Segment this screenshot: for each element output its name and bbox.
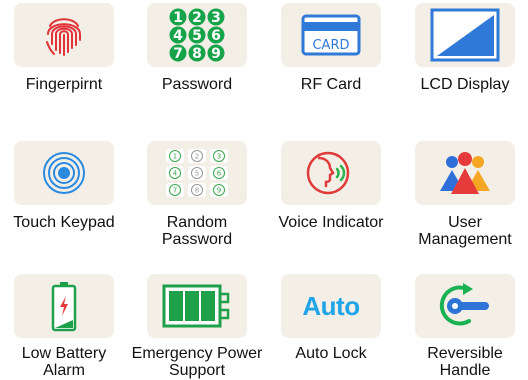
feature-label: Low Battery Alarm: [21, 345, 107, 379]
random-keypad-icon: 1 2 3 4 5 6 7 8 9: [164, 147, 230, 199]
feature-label: Reversible Handle: [427, 345, 503, 379]
keypad-digit: 2: [192, 10, 202, 26]
keypad-digit: 9: [211, 46, 221, 62]
keypad-digit: 1: [173, 10, 183, 26]
users-group-icon: [434, 151, 496, 195]
tile-voice-indicator: [281, 141, 381, 205]
keypad-digit: 7: [173, 46, 183, 62]
random-key-digit: 1: [173, 153, 177, 161]
random-key-digit: 2: [195, 153, 199, 161]
random-key-digit: 3: [217, 153, 221, 161]
random-key-digit: 6: [217, 170, 222, 178]
feature-label: Password: [161, 76, 233, 93]
feature-label: Random Password: [161, 214, 233, 248]
feature-label: Emergency Power Support: [131, 345, 263, 379]
tile-reversible-handle: [415, 274, 515, 338]
random-key-digit: 9: [217, 187, 221, 195]
feature-label: Auto Lock: [295, 345, 367, 362]
random-key-digit: 8: [195, 187, 199, 195]
card-text: CARD: [312, 38, 349, 53]
keypad-digit: 5: [192, 28, 202, 44]
tile-fingerprint: [14, 3, 114, 67]
random-key-digit: 7: [173, 187, 177, 195]
tile-touch-keypad: [14, 141, 114, 205]
tile-user-management: [415, 141, 515, 205]
keypad-digit: 6: [211, 28, 221, 44]
feature-label: User Management: [418, 214, 512, 248]
tile-emergency-power: [147, 274, 247, 338]
touch-rings-icon: [42, 151, 86, 195]
tile-rf-card: CARD: [281, 3, 381, 67]
feature-label: Fingerpirnt: [25, 76, 103, 93]
keypad-digit: 3: [211, 10, 221, 26]
feature-label: RF Card: [300, 76, 362, 93]
tile-lcd-display: [415, 3, 515, 67]
power-bank-icon: [161, 282, 233, 330]
lcd-display-icon: [429, 7, 501, 63]
reversible-handle-icon: [435, 281, 495, 331]
feature-label: LCD Display: [420, 76, 510, 93]
battery-low-icon: [50, 280, 78, 332]
fingerprint-icon: [44, 12, 84, 58]
voice-face-icon: [306, 148, 356, 198]
tile-random-password: 1 2 3 4 5 6 7 8 9: [147, 141, 247, 205]
tile-password: 123 456 789: [147, 3, 247, 67]
tile-auto-lock: Auto: [281, 274, 381, 338]
keypad-digit: 4: [173, 28, 183, 44]
rf-card-icon: CARD: [301, 14, 361, 56]
auto-text-icon: Auto: [302, 290, 360, 321]
number-keypad-icon: 123 456 789: [168, 7, 226, 63]
random-key-digit: 5: [195, 170, 199, 178]
feature-label: Touch Keypad: [13, 214, 115, 231]
tile-low-battery: [14, 274, 114, 338]
keypad-digit: 8: [192, 46, 202, 62]
random-key-digit: 4: [173, 170, 178, 178]
feature-label: Voice Indicator: [278, 214, 384, 231]
